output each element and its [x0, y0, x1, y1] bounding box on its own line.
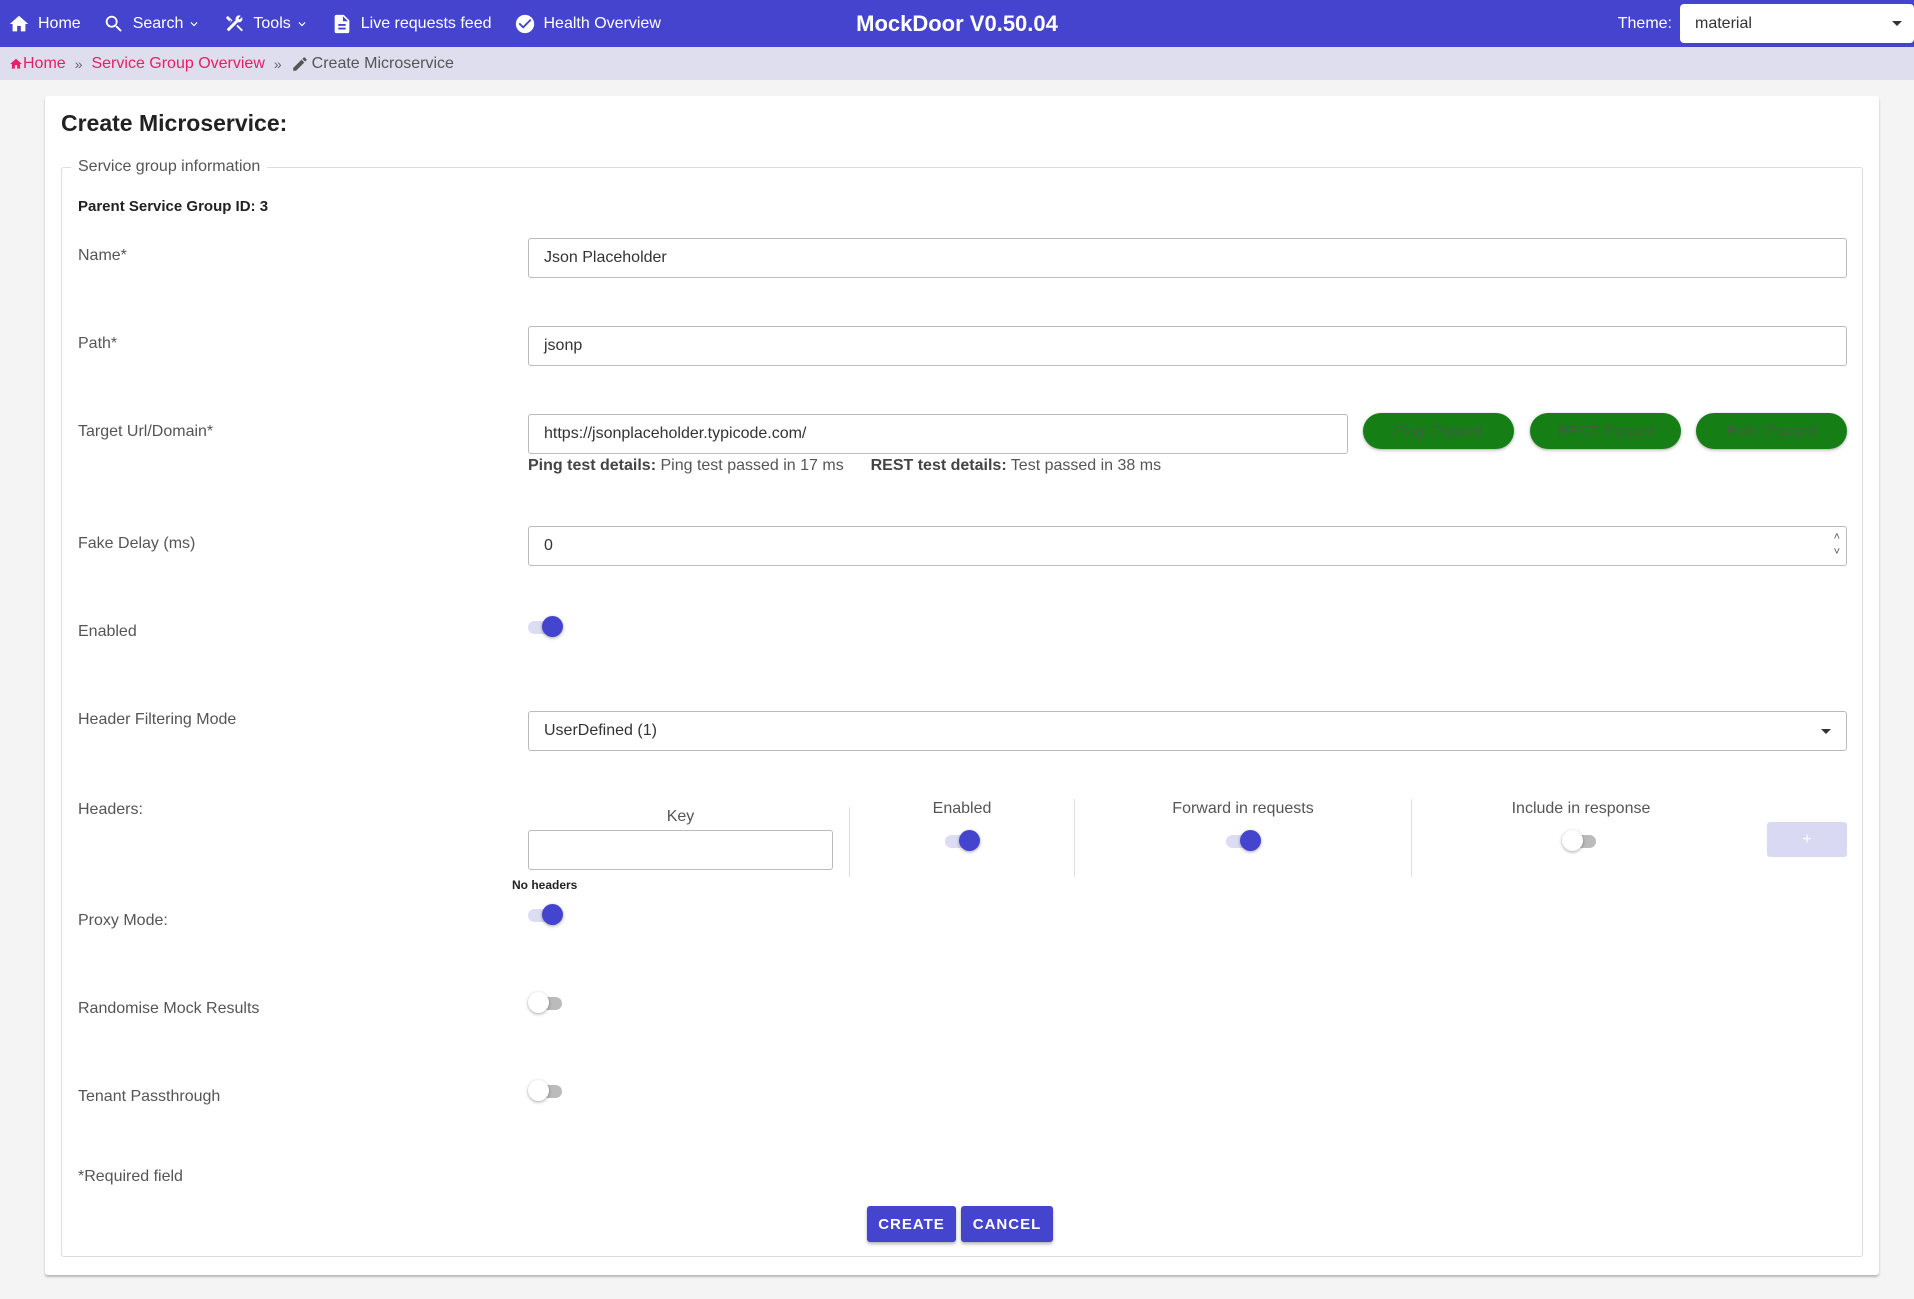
- search-icon: [105, 15, 122, 32]
- theme-value: material: [1695, 14, 1752, 32]
- spinner-down-icon[interactable]: ˅: [1834, 545, 1840, 560]
- rest-status-badge[interactable]: REST: Passed: [1530, 413, 1681, 449]
- randomise-toggle[interactable]: [528, 991, 566, 1015]
- create-button[interactable]: CREATE: [867, 1206, 956, 1242]
- fieldset-legend: Service group information: [78, 158, 261, 175]
- nav-search-label: Search: [132, 14, 184, 32]
- fake-delay-input[interactable]: 0 ˄ ˅: [528, 526, 1847, 566]
- proxy-mode-label: Proxy Mode:: [78, 912, 168, 929]
- rest-details-value: Test passed in 38 ms: [1010, 457, 1162, 474]
- fake-delay-value: 0: [544, 537, 553, 554]
- randomise-label: Randomise Mock Results: [78, 1000, 260, 1017]
- header-key-column: Key: [666, 808, 695, 825]
- document-icon: [334, 14, 350, 33]
- number-spinner[interactable]: ˄ ˅: [1834, 530, 1840, 560]
- home-icon: [9, 15, 29, 31]
- app-title: MockDoor V0.50.04: [856, 10, 1058, 36]
- tenant-passthrough-label: Tenant Passthrough: [78, 1088, 221, 1105]
- header-include-toggle[interactable]: [1562, 829, 1600, 853]
- both-status-badge[interactable]: Both: Passed: [1696, 413, 1847, 449]
- pencil-icon: [292, 56, 307, 71]
- header-include-column: Include in response: [1511, 800, 1651, 817]
- breadcrumb: Home » Service Group Overview » Create M…: [0, 47, 1914, 80]
- breadcrumb-current: Create Microservice: [291, 55, 454, 73]
- nav-health-overview-label: Health Overview: [543, 14, 661, 32]
- header-forward-column: Forward in requests: [1172, 800, 1314, 817]
- path-label: Path*: [78, 335, 118, 352]
- breadcrumb-separator: »: [74, 55, 83, 72]
- breadcrumb-home[interactable]: Home: [9, 55, 66, 73]
- name-input[interactable]: Json Placeholder: [528, 238, 1847, 278]
- header-filtering-select[interactable]: UserDefined (1): [528, 711, 1847, 751]
- proxy-mode-toggle[interactable]: [526, 903, 564, 927]
- breadcrumb-service-group[interactable]: Service Group Overview: [91, 55, 264, 73]
- spinner-up-icon[interactable]: ˄: [1834, 530, 1840, 545]
- tools-icon: [226, 14, 244, 31]
- nav-tools[interactable]: Tools: [223, 13, 308, 35]
- theme-select[interactable]: material: [1680, 4, 1914, 43]
- column-divider: [1074, 799, 1075, 877]
- nav-tools-label: Tools: [253, 14, 291, 32]
- header-enabled-toggle[interactable]: [943, 829, 981, 853]
- header-filtering-value: UserDefined (1): [544, 722, 657, 739]
- nav-live-requests-label: Live requests feed: [360, 14, 492, 32]
- name-label: Name*: [78, 247, 127, 264]
- ping-details-label: Ping test details:: [528, 457, 657, 474]
- header-filtering-label: Header Filtering Mode: [78, 711, 237, 728]
- required-field-note: *Required field: [78, 1168, 183, 1185]
- enabled-label: Enabled: [78, 623, 137, 640]
- headers-label: Headers:: [78, 801, 143, 818]
- ping-status-badge[interactable]: Ping: Passed: [1363, 413, 1514, 449]
- header-enabled-column: Enabled: [932, 800, 992, 817]
- rest-details-label: REST test details:: [870, 457, 1007, 474]
- home-icon: [10, 58, 22, 69]
- parent-service-group-id: Parent Service Group ID: 3: [78, 198, 269, 215]
- tenant-passthrough-toggle[interactable]: [528, 1079, 566, 1103]
- nav-health-overview[interactable]: Health Overview: [514, 13, 661, 35]
- top-nav-bar: Home Search Tools Live requests feed Hea…: [0, 0, 1914, 47]
- path-input[interactable]: jsonp: [528, 326, 1847, 366]
- column-divider: [1411, 799, 1412, 877]
- nav-home-label: Home: [38, 14, 81, 32]
- breadcrumb-current-label: Create Microservice: [311, 54, 454, 72]
- page-title: Create Microservice:: [61, 110, 288, 136]
- dropdown-caret-icon: [1821, 728, 1831, 734]
- nav-search[interactable]: Search: [103, 13, 202, 35]
- dropdown-caret-icon: [1892, 21, 1902, 26]
- enabled-toggle[interactable]: [526, 615, 564, 639]
- chevron-down-icon: [298, 21, 306, 26]
- ping-details-value: Ping test passed in 17 ms: [660, 457, 844, 474]
- target-url-label: Target Url/Domain*: [78, 423, 214, 440]
- cancel-button[interactable]: CANCEL: [961, 1206, 1053, 1242]
- add-header-button[interactable]: +: [1767, 822, 1847, 857]
- breadcrumb-separator: »: [273, 55, 282, 72]
- chevron-down-icon: [190, 21, 198, 26]
- column-divider: [849, 807, 850, 877]
- test-details: Ping test details: Ping test passed in 1…: [528, 457, 1161, 475]
- fake-delay-label: Fake Delay (ms): [78, 535, 196, 552]
- theme-label: Theme:: [1617, 14, 1672, 32]
- nav-live-requests[interactable]: Live requests feed: [331, 13, 492, 35]
- breadcrumb-home-label: Home: [23, 54, 66, 72]
- nav-home[interactable]: Home: [8, 13, 81, 35]
- header-key-input[interactable]: [528, 830, 833, 870]
- header-forward-toggle[interactable]: [1224, 829, 1262, 853]
- no-headers-note: No headers: [512, 878, 578, 892]
- target-url-input[interactable]: https://jsonplaceholder.typicode.com/: [528, 414, 1348, 454]
- check-circle-icon: [515, 14, 534, 33]
- service-group-fieldset: Service group information: [61, 158, 1863, 1257]
- theme-picker: Theme: material: [1618, 0, 1914, 47]
